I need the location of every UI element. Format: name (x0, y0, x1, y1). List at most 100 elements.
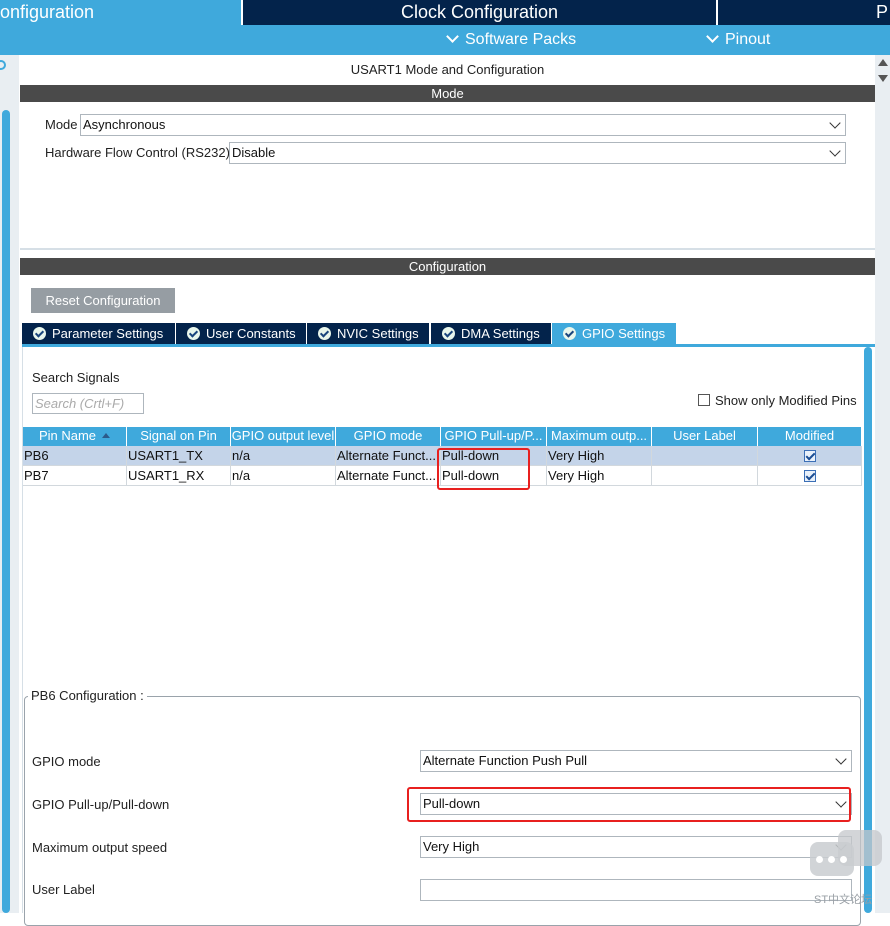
tab-dma-settings[interactable]: DMA Settings (431, 323, 551, 344)
chevron-down-icon (835, 753, 847, 765)
cell-modified (758, 446, 862, 466)
chevron-down-icon (446, 30, 459, 43)
mode-select[interactable]: Asynchronous (80, 114, 846, 136)
pull-column-highlight (437, 448, 530, 490)
column-label: GPIO output level (231, 428, 335, 443)
cell-modified (758, 466, 862, 486)
cell-user-label (652, 446, 758, 466)
tab-label: NVIC Settings (337, 326, 419, 341)
column-modified[interactable]: Modified (758, 427, 862, 446)
max-speed-select[interactable]: Very High (420, 836, 852, 858)
sub-menu-bar: Software Packs Pinout (0, 25, 890, 55)
cell-output-level: n/a (231, 446, 336, 466)
mode-panel-divider (20, 248, 875, 250)
menu-label: Pinout (725, 31, 771, 48)
tab-nvic-settings[interactable]: NVIC Settings (307, 323, 429, 344)
check-circle-icon (33, 327, 46, 340)
cell-max-speed: Very High (547, 466, 652, 486)
column-label: User Label (673, 428, 736, 443)
pull-select-highlight (407, 787, 851, 822)
column-signal-on-pin[interactable]: Signal on Pin (127, 427, 231, 446)
tab-parameter-settings[interactable]: Parameter Settings (22, 323, 175, 344)
gpio-panel-scrollbar[interactable] (864, 347, 872, 913)
column-gpio-pull[interactable]: GPIO Pull-up/P... (441, 427, 547, 446)
modified-checkbox[interactable] (804, 470, 816, 482)
watermark-dot (840, 856, 847, 863)
show-modified-checkbox[interactable] (698, 394, 710, 406)
pinout-menu[interactable]: Pinout (706, 25, 770, 55)
show-modified-label: Show only Modified Pins (715, 393, 857, 408)
user-label-label: User Label (32, 882, 95, 897)
tab-label: onfiguration (0, 2, 95, 22)
pb6-configuration-legend: PB6 Configuration : (28, 688, 147, 703)
flow-control-label: Hardware Flow Control (RS232) (45, 145, 230, 160)
sort-ascending-icon (102, 433, 111, 438)
modified-checkbox[interactable] (804, 450, 816, 462)
search-input[interactable]: Search (Crtl+F) (32, 393, 144, 414)
tab-pinout-configuration[interactable]: onfiguration (0, 0, 241, 25)
cell-output-level: n/a (231, 466, 336, 486)
cell-gpio-mode: Alternate Funct... (336, 446, 441, 466)
column-user-label[interactable]: User Label (652, 427, 758, 446)
gpio-mode-label: GPIO mode (32, 754, 101, 769)
mode-section-header: Mode (20, 85, 875, 102)
check-circle-icon (563, 327, 576, 340)
user-label-input[interactable] (420, 879, 852, 901)
chevron-down-icon (829, 117, 841, 129)
watermark-text: ST中文论坛 (814, 894, 873, 906)
column-label: Modified (784, 428, 835, 443)
column-label: Signal on Pin (140, 428, 217, 443)
flow-control-value: Disable (232, 145, 276, 160)
tab-project-manager[interactable]: P (718, 0, 890, 25)
collapse-up-icon[interactable] (878, 59, 888, 66)
menu-label: Software Packs (465, 31, 577, 48)
check-circle-icon (318, 327, 331, 340)
watermark-dot (816, 856, 823, 863)
cell-pin-name: PB7 (23, 466, 127, 486)
mode-label: Mode (45, 117, 78, 132)
column-label: GPIO mode (353, 428, 423, 443)
column-label: Pin Name (38, 428, 97, 443)
tab-gpio-settings[interactable]: GPIO Settings (552, 323, 676, 344)
max-speed-value: Very High (423, 839, 480, 854)
check-circle-icon (187, 327, 200, 340)
chevron-down-icon (706, 30, 719, 43)
tab-label: User Constants (206, 326, 296, 341)
column-label: GPIO Pull-up/P... (444, 428, 543, 443)
column-label: Maximum outp... (550, 428, 648, 443)
cell-max-speed: Very High (547, 446, 652, 466)
chevron-down-icon (829, 145, 841, 157)
reset-configuration-button[interactable]: Reset Configuration (31, 288, 175, 313)
cell-pin-name: PB6 (23, 446, 127, 466)
cell-gpio-mode: Alternate Funct... (336, 466, 441, 486)
collapse-down-icon[interactable] (878, 75, 888, 82)
left-scrollbar[interactable] (2, 110, 10, 913)
right-gutter (875, 55, 890, 913)
gpio-mode-select[interactable]: Alternate Function Push Pull (420, 750, 852, 772)
tab-user-constants[interactable]: User Constants (176, 323, 306, 344)
cell-signal: USART1_TX (127, 446, 231, 466)
tab-label: GPIO Settings (582, 326, 666, 341)
search-signals-label: Search Signals (32, 370, 120, 385)
tab-label: Parameter Settings (52, 326, 164, 341)
configuration-section-header: Configuration (20, 258, 875, 275)
watermark-dot (828, 856, 835, 863)
max-speed-label: Maximum output speed (32, 840, 168, 855)
tab-label: P (875, 2, 888, 22)
tab-label: DMA Settings (461, 326, 540, 341)
column-gpio-output-level[interactable]: GPIO output level (231, 427, 336, 446)
gpio-pull-label: GPIO Pull-up/Pull-down (32, 797, 170, 812)
cell-user-label (652, 466, 758, 486)
tab-label: Clock Configuration (400, 2, 559, 22)
cell-signal: USART1_RX (127, 466, 231, 486)
software-packs-menu[interactable]: Software Packs (446, 25, 576, 55)
column-pin-name[interactable]: Pin Name (23, 427, 127, 446)
mode-value: Asynchronous (83, 117, 166, 132)
tab-clock-configuration[interactable]: Clock Configuration (243, 0, 716, 25)
check-circle-icon (442, 327, 455, 340)
flow-control-select[interactable]: Disable (229, 142, 846, 164)
top-tab-bar: onfiguration Clock Configuration P (0, 0, 890, 25)
column-maximum-output[interactable]: Maximum outp... (547, 427, 652, 446)
panel-title: USART1 Mode and Configuration (350, 62, 545, 77)
column-gpio-mode[interactable]: GPIO mode (336, 427, 441, 446)
